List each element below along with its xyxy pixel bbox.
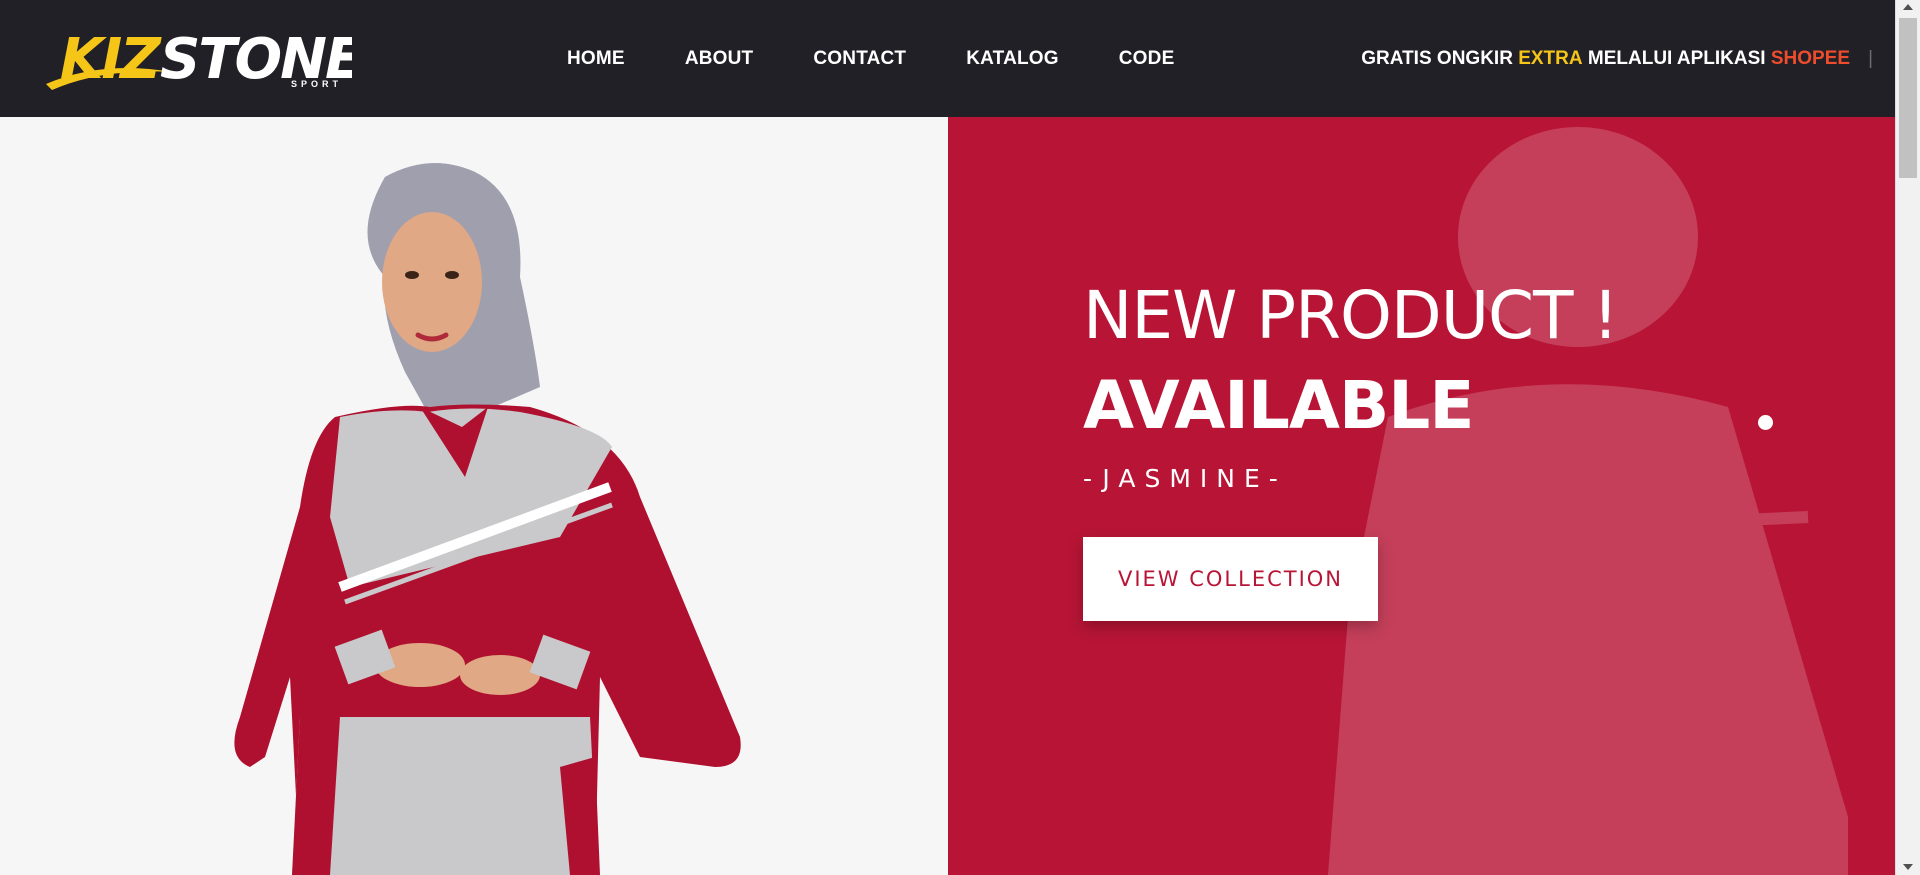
scroll-thumb[interactable] — [1899, 18, 1917, 178]
model-photo — [234, 163, 741, 875]
background-model-image — [1328, 127, 1848, 875]
scroll-up-arrow-icon[interactable] — [1903, 4, 1913, 10]
promo-app-name: SHOPEE — [1770, 47, 1851, 69]
nav-contact[interactable]: CONTACT — [813, 48, 906, 70]
nav-about[interactable]: ABOUT — [685, 48, 754, 70]
nav-katalog[interactable]: KATALOG — [966, 48, 1059, 70]
scroll-down-arrow-icon[interactable] — [1903, 864, 1913, 870]
slider-dot-active[interactable] — [1758, 415, 1773, 430]
page-scrollbar[interactable] — [1895, 0, 1920, 875]
hero-headline: NEW PRODUCT ! — [1083, 277, 1619, 354]
site-header: KIZ STONE SPORT HOME ABOUT CONTACT KATAL… — [0, 0, 1895, 117]
view-collection-button[interactable]: VIEW COLLECTION — [1083, 537, 1378, 621]
hero-headline-bold: AVAILABLE — [1083, 367, 1474, 444]
hero-image-panel — [0, 117, 948, 875]
promo-highlight: EXTRA — [1518, 47, 1583, 69]
svg-text:KIZ: KIZ — [60, 27, 162, 92]
logo-sub-text: SPORT — [291, 79, 343, 89]
hero-product-name: -JASMINE- — [1083, 464, 1287, 493]
nav-home[interactable]: HOME — [567, 48, 625, 70]
promo-text-2: MELALUI APLIKASI — [1582, 47, 1771, 69]
nav-code[interactable]: CODE — [1119, 48, 1175, 70]
promo-separator: | — [1868, 47, 1873, 69]
hero-banner: NEW PRODUCT ! AVAILABLE -JASMINE- VIEW C… — [948, 117, 1895, 875]
promo-text: GRATIS ONGKIR — [1361, 47, 1519, 69]
main-nav: HOME ABOUT CONTACT KATALOG CODE — [567, 0, 1234, 117]
shipping-promo: GRATIS ONGKIR EXTRA MELALUI APLIKASI SHO… — [1361, 0, 1873, 117]
